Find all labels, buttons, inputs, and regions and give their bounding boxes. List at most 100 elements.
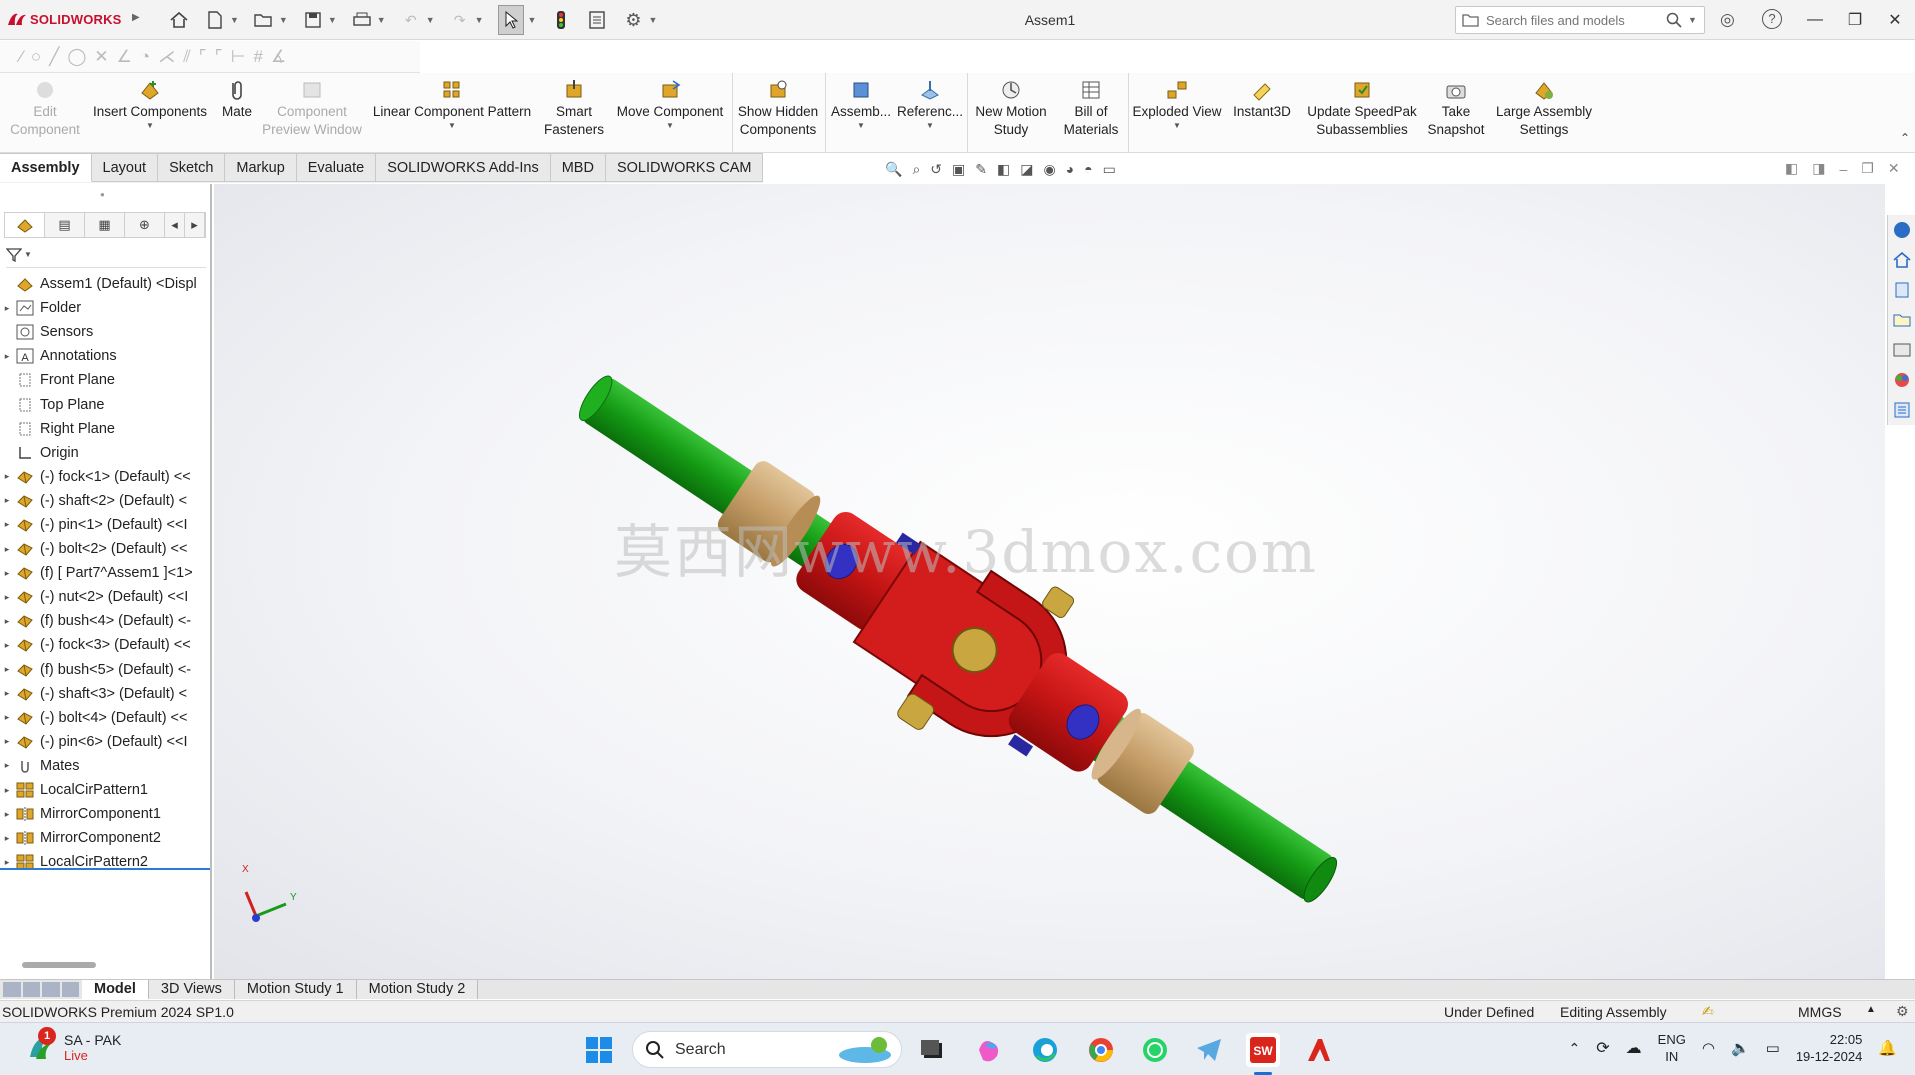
corner-tool-icon[interactable]: ⌜ bbox=[199, 47, 207, 67]
tab-sketch[interactable]: Sketch bbox=[158, 153, 226, 182]
windows-start-icon[interactable] bbox=[582, 1033, 616, 1067]
zoom-to-fit-icon[interactable]: 🔍 bbox=[885, 161, 902, 178]
tab-motion-study-1[interactable]: Motion Study 1 bbox=[234, 980, 357, 999]
tree-item[interactable]: ▸ MirrorComponent2 bbox=[0, 826, 210, 850]
restore-icon[interactable]: ❐ bbox=[1835, 10, 1875, 30]
expand-arrow-icon[interactable]: ▸ bbox=[0, 736, 14, 747]
tab-markup[interactable]: Markup bbox=[225, 153, 297, 182]
tree-item[interactable]: Right Plane bbox=[0, 417, 210, 441]
reference-geometry-button[interactable]: Referenc... ▼ bbox=[895, 77, 965, 151]
dynamic-annotation-icon[interactable]: ✎ bbox=[975, 161, 987, 178]
expand-arrow-icon[interactable]: ▸ bbox=[0, 519, 14, 530]
help-icon[interactable]: ? bbox=[1762, 9, 1782, 29]
solidworks-taskbar-icon[interactable]: SW bbox=[1246, 1033, 1280, 1067]
wifi-icon[interactable]: ◠ bbox=[1702, 1039, 1715, 1057]
section-view-icon[interactable]: ▣ bbox=[952, 161, 965, 178]
chevron-down-icon[interactable]: ▼ bbox=[648, 15, 657, 25]
tree-item[interactable]: ▸ (-) fock<3> (Default) << bbox=[0, 633, 210, 657]
tab-evaluate[interactable]: Evaluate bbox=[296, 153, 377, 182]
graphics-area[interactable]: 莫西网www.3dmox.com X Y bbox=[214, 184, 1885, 979]
component-preview-window-button[interactable]: Component Preview Window bbox=[262, 77, 362, 151]
tree-item[interactable]: Sensors bbox=[0, 320, 210, 344]
angle-tool-icon[interactable]: ∠ bbox=[117, 47, 132, 67]
expand-arrow-icon[interactable]: ▸ bbox=[0, 664, 14, 675]
offset-tool-icon[interactable]: ⫽ bbox=[183, 47, 191, 67]
panel-grip[interactable]: ● bbox=[100, 190, 105, 199]
whatsapp-icon[interactable] bbox=[1138, 1033, 1172, 1067]
tree-item[interactable]: ▸ (-) shaft<3> (Default) < bbox=[0, 682, 210, 706]
chevron-down-icon[interactable]: ▼ bbox=[24, 250, 32, 259]
battery-icon[interactable]: ▭ bbox=[1766, 1039, 1780, 1057]
file-explorer-icon[interactable] bbox=[1888, 305, 1915, 335]
expand-arrow-icon[interactable]: ▸ bbox=[0, 568, 14, 579]
tree-item[interactable]: ▸ (-) bolt<2> (Default) << bbox=[0, 537, 210, 561]
chevron-up-icon[interactable]: ⌃ bbox=[1569, 1040, 1581, 1057]
tree-item[interactable]: Assem1 (Default) <Displ bbox=[0, 272, 210, 296]
expand-arrow-icon[interactable]: ▸ bbox=[0, 785, 14, 796]
select-cursor-icon[interactable] bbox=[497, 5, 524, 35]
solidworks-logo[interactable]: SOLIDWORKS bbox=[6, 10, 122, 28]
circle-tool-icon[interactable]: ○ bbox=[31, 47, 41, 67]
feature-manager-tab-icon[interactable] bbox=[5, 213, 45, 237]
tree-item[interactable]: ▸ (-) bolt<4> (Default) << bbox=[0, 706, 210, 730]
tree-item[interactable]: ▸ (-) shaft<2> (Default) < bbox=[0, 489, 210, 513]
expand-arrow-icon[interactable]: ▸ bbox=[0, 760, 14, 771]
expand-arrow-icon[interactable]: ▸ bbox=[0, 351, 14, 362]
edge-browser-icon[interactable] bbox=[1028, 1033, 1062, 1067]
tree-item[interactable]: ▸ Folder bbox=[0, 296, 210, 320]
undo-icon[interactable]: ↶ bbox=[400, 9, 422, 31]
large-assembly-settings-button[interactable]: Large Assembly Settings bbox=[1490, 77, 1598, 151]
tree-item[interactable]: ▸ (-) pin<6> (Default) <<I bbox=[0, 730, 210, 754]
tree-item[interactable]: Origin bbox=[0, 441, 210, 465]
customize-icon[interactable]: ⚙ bbox=[1896, 1003, 1909, 1020]
edit-component-button[interactable]: Edit Component bbox=[4, 77, 86, 151]
taskbar-search[interactable]: Search bbox=[632, 1031, 902, 1068]
tree-item[interactable]: ▸ (-) pin<1> (Default) <<I bbox=[0, 513, 210, 537]
expand-arrow-icon[interactable]: ▸ bbox=[0, 303, 14, 314]
grid-tool-icon[interactable]: # bbox=[254, 47, 263, 67]
tab-mbd[interactable]: MBD bbox=[550, 153, 606, 182]
tree-item[interactable]: ▸ (-) nut<2> (Default) <<I bbox=[0, 585, 210, 609]
dimension-tool-icon[interactable]: ⊢ bbox=[231, 47, 246, 67]
tree-item[interactable]: ▸ (-) fock<1> (Default) << bbox=[0, 465, 210, 489]
tree-filter[interactable]: ▼ bbox=[6, 242, 206, 268]
onedrive-cloud-icon[interactable]: ☁ bbox=[1626, 1038, 1642, 1058]
quick-note-icon[interactable]: ✍ bbox=[1702, 1003, 1714, 1020]
chevron-down-icon[interactable]: ▼ bbox=[426, 15, 435, 25]
expand-arrow-icon[interactable]: ▸ bbox=[0, 809, 14, 820]
appearances-icon[interactable] bbox=[1888, 365, 1915, 395]
rebuild-traffic-light-icon[interactable] bbox=[550, 9, 572, 31]
chevron-down-icon[interactable]: ▼ bbox=[448, 121, 456, 131]
scene-icon[interactable]: ◓ bbox=[1084, 161, 1092, 177]
expand-arrow-icon[interactable]: ▸ bbox=[0, 471, 14, 482]
chevron-down-icon[interactable]: ▼ bbox=[475, 15, 484, 25]
tab-assembly[interactable]: Assembly bbox=[0, 153, 92, 182]
minimize-icon[interactable]: – bbox=[1839, 161, 1847, 177]
chevron-up-icon[interactable]: ▲ bbox=[1866, 1004, 1876, 1015]
view-palette-icon[interactable] bbox=[1888, 335, 1915, 365]
chevron-down-icon[interactable]: ▼ bbox=[279, 15, 288, 25]
chevron-down-icon[interactable]: ▼ bbox=[146, 121, 154, 131]
chevron-down-icon[interactable]: ▼ bbox=[230, 15, 239, 25]
restore-icon[interactable]: ❐ bbox=[1861, 160, 1874, 177]
tab-layout[interactable]: Layout bbox=[91, 153, 159, 182]
tree-item[interactable]: ▸ LocalCirPattern1 bbox=[0, 778, 210, 802]
angle-tool-icon[interactable]: ∡ bbox=[271, 47, 286, 67]
close-icon[interactable]: ✕ bbox=[1875, 10, 1915, 30]
tab-motion-study-2[interactable]: Motion Study 2 bbox=[356, 980, 479, 999]
chevron-down-icon[interactable]: ▼ bbox=[528, 15, 537, 25]
account-icon[interactable]: ◎ bbox=[1720, 10, 1735, 30]
chrome-browser-icon[interactable] bbox=[1084, 1033, 1118, 1067]
clock[interactable]: 22:05 19-12-2024 bbox=[1796, 1031, 1863, 1065]
autocad-icon[interactable] bbox=[1302, 1033, 1336, 1067]
options-gear-icon[interactable]: ⚙ bbox=[622, 9, 644, 31]
tree-item[interactable]: ▸ (f) bush<5> (Default) <- bbox=[0, 658, 210, 682]
units-text[interactable]: MMGS bbox=[1798, 1004, 1842, 1020]
file-properties-icon[interactable] bbox=[586, 9, 608, 31]
tree-item[interactable]: Top Plane bbox=[0, 392, 210, 416]
weather-widget[interactable]: 1 SA - PAK Live bbox=[24, 1027, 121, 1063]
update-speedpak-button[interactable]: Update SpeedPak Subassemblies bbox=[1300, 77, 1424, 151]
magnifier-icon[interactable] bbox=[1666, 12, 1682, 28]
sync-icon[interactable]: ⟳ bbox=[1596, 1038, 1609, 1058]
instant3d-button[interactable]: Instant3D bbox=[1226, 77, 1298, 151]
